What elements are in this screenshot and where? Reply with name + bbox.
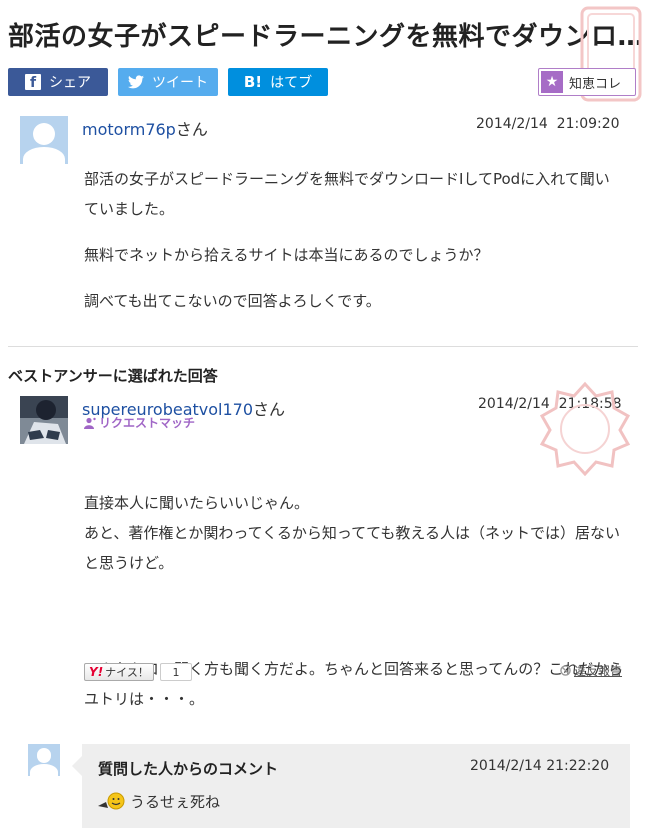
comment-bubble-arrow (72, 756, 82, 776)
hatena-label: はてブ (270, 75, 313, 91)
comment-text-row: うるせぇ死ね (96, 790, 220, 812)
report-link[interactable]: 違反報告 (560, 662, 622, 679)
chie-collection-label: 知恵コレ (569, 76, 622, 92)
nice-button[interactable]: Y! ナイス！ (84, 663, 154, 681)
questioner-avatar[interactable] (20, 116, 68, 164)
yahoo-logo-icon: Y! (89, 665, 104, 679)
person-icon (84, 417, 96, 429)
answerer-avatar-image (20, 396, 68, 444)
nice-label: ナイス！ (105, 666, 149, 679)
facebook-share-label: シェア (49, 75, 91, 91)
facebook-share-button[interactable]: f シェア (8, 68, 108, 96)
prohibited-icon (560, 665, 571, 676)
commenter-avatar[interactable] (28, 744, 60, 776)
hatena-bookmark-icon: B! (243, 73, 263, 91)
question-paragraph: 無料でネットから拾えるサイトは本当にあるのでしょうか？ (84, 246, 489, 264)
questioner-name[interactable]: motorm76pさん (82, 116, 208, 140)
twitter-icon (128, 75, 144, 89)
tweet-button[interactable]: ツイート (118, 68, 218, 96)
best-answer-heading: ベストアンサーに選ばれた回答 (8, 367, 218, 385)
answerer-avatar[interactable] (20, 396, 68, 444)
questioner-comment-box (82, 744, 630, 828)
comment-date: 2014/2/14 21:22:20 (470, 758, 610, 774)
comment-text: うるせぇ死ね (130, 792, 221, 811)
question-paragraph: 部活の女子がスピードラーニングを無料でダウンロードIしてPodに入れて聞いていま… (84, 170, 610, 218)
star-icon: ★ (541, 71, 563, 93)
request-match-badge: リクエストマッチ (84, 414, 195, 431)
answer-paragraph: 直接本人に聞いたらいいじゃん。 あと、著作権とか関わってくるから知ってても教える… (84, 494, 620, 572)
question-date: 2014/2/14 21:09:20 (476, 116, 620, 132)
page-title: 部活の女子がスピードラーニングを無料でダウンロードしてPodに入れて聞いていまし… (8, 22, 644, 52)
facebook-icon: f (25, 74, 41, 91)
question-paragraph: 調べても出てこないので回答よろしくです。 (84, 292, 381, 310)
tweet-label: ツイート (152, 75, 208, 91)
chie-collection-button[interactable]: ★ 知恵コレ (538, 68, 636, 96)
nice-count: 1 (160, 663, 192, 681)
hatena-bookmark-button[interactable]: B! はてブ (228, 68, 328, 96)
answer-body: 直接本人に聞いたらいいじゃん。 あと、著作権とか関わってくるから知ってても教える… (84, 458, 628, 744)
question-body: 部活の女子がスピードラーニングを無料でダウンロードIしてPodに入れて聞いていま… (84, 164, 624, 316)
comment-heading: 質問した人からのコメント (98, 760, 279, 778)
divider (8, 346, 638, 347)
emoji-face-icon (98, 792, 125, 810)
